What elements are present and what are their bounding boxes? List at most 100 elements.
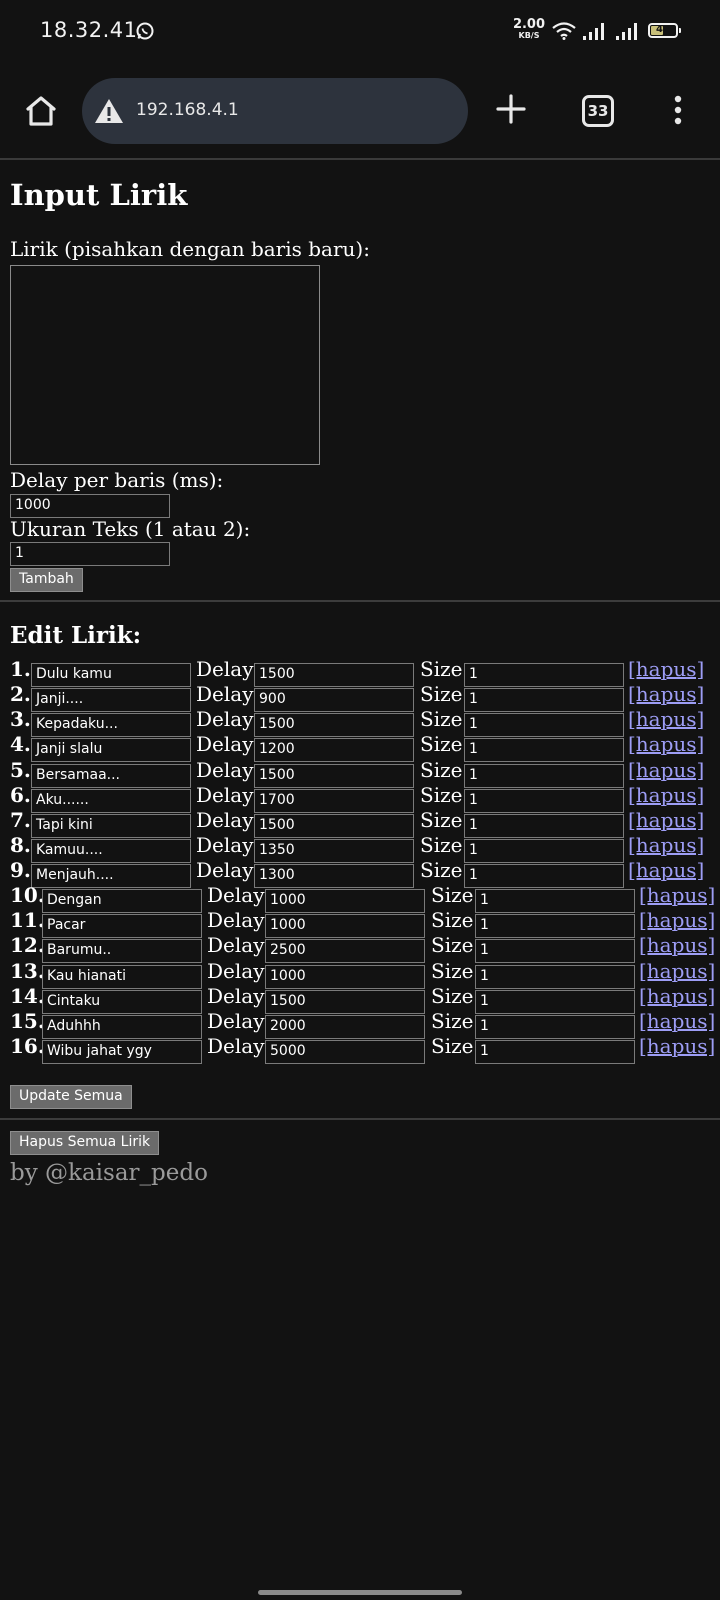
lyric-text-input[interactable]: Janji.... bbox=[31, 688, 191, 712]
more-menu-icon[interactable] bbox=[673, 95, 683, 129]
lyrics-label: Lirik (pisahkan dengan baris baru): bbox=[10, 237, 370, 261]
lyric-size-label: Size: bbox=[431, 908, 481, 932]
delete-link[interactable]: [hapus] bbox=[639, 959, 715, 983]
lyric-text-input[interactable]: Dengan bbox=[42, 889, 202, 913]
lyric-delay-input[interactable]: 1350 bbox=[254, 839, 414, 863]
delete-link[interactable]: [hapus] bbox=[639, 908, 715, 932]
warning-icon[interactable] bbox=[94, 98, 124, 128]
lyric-size-input[interactable]: 1 bbox=[464, 864, 624, 888]
lyric-delay-input[interactable]: 1200 bbox=[254, 738, 414, 762]
lyric-text-input[interactable]: Aduhhh bbox=[42, 1015, 202, 1039]
lyric-row-number: 8. bbox=[10, 833, 31, 857]
lyric-size-input[interactable]: 1 bbox=[475, 914, 635, 938]
lyric-delay-input[interactable]: 5000 bbox=[265, 1040, 425, 1064]
lyric-delay-input[interactable]: 1000 bbox=[265, 889, 425, 913]
lyric-text-input[interactable]: Wibu jahat ygy bbox=[42, 1040, 202, 1064]
lyric-text-input[interactable]: Pacar bbox=[42, 914, 202, 938]
home-indicator[interactable] bbox=[258, 1590, 462, 1595]
delay-input[interactable]: 1000 bbox=[10, 494, 170, 518]
lyric-delay-input[interactable]: 1500 bbox=[254, 814, 414, 838]
delete-link[interactable]: [hapus] bbox=[628, 707, 704, 731]
home-icon[interactable] bbox=[24, 94, 58, 132]
delete-link[interactable]: [hapus] bbox=[639, 984, 715, 1008]
lyric-text-input[interactable]: Tapi kini bbox=[31, 814, 191, 838]
lyric-text-input[interactable]: Janji slalu bbox=[31, 738, 191, 762]
lyric-delay-input[interactable]: 2000 bbox=[265, 1015, 425, 1039]
address-bar[interactable]: 192.168.4.1 bbox=[82, 78, 468, 144]
signal-icon bbox=[583, 22, 609, 44]
lyric-row-number: 16. bbox=[10, 1034, 45, 1058]
delete-link[interactable]: [hapus] bbox=[628, 783, 704, 807]
delete-link[interactable]: [hapus] bbox=[628, 682, 704, 706]
lyric-text-input[interactable]: Kamuu.... bbox=[31, 839, 191, 863]
lyric-size-label: Size: bbox=[420, 657, 470, 681]
delete-link[interactable]: [hapus] bbox=[628, 732, 704, 756]
lyric-size-input[interactable]: 1 bbox=[475, 990, 635, 1014]
lyric-row-number: 7. bbox=[10, 808, 31, 832]
lyric-size-input[interactable]: 1 bbox=[464, 814, 624, 838]
delete-link[interactable]: [hapus] bbox=[639, 883, 715, 907]
lyric-delay-input[interactable]: 900 bbox=[254, 688, 414, 712]
delete-link[interactable]: [hapus] bbox=[628, 758, 704, 782]
lyric-delay-input[interactable]: 1000 bbox=[265, 965, 425, 989]
lyric-text-input[interactable]: Menjauh.... bbox=[31, 864, 191, 888]
lyric-delay-input[interactable]: 1500 bbox=[254, 663, 414, 687]
page-title: Input Lirik bbox=[10, 178, 188, 212]
lyric-size-label: Size: bbox=[420, 808, 470, 832]
delete-link[interactable]: [hapus] bbox=[628, 833, 704, 857]
lyric-size-input[interactable]: 1 bbox=[464, 764, 624, 788]
lyric-text-input[interactable]: Bersamaa... bbox=[31, 764, 191, 788]
lyric-delay-input[interactable]: 1300 bbox=[254, 864, 414, 888]
delete-link[interactable]: [hapus] bbox=[639, 933, 715, 957]
lyric-size-input[interactable]: 1 bbox=[464, 713, 624, 737]
lyric-size-label: Size: bbox=[431, 1034, 481, 1058]
lyric-delay-label: Delay: bbox=[196, 707, 261, 731]
lyrics-textarea[interactable] bbox=[10, 265, 320, 465]
add-button[interactable]: Tambah bbox=[10, 568, 83, 592]
lyric-delay-input[interactable]: 1500 bbox=[265, 990, 425, 1014]
lyric-delay-input[interactable]: 1500 bbox=[254, 713, 414, 737]
lyric-row-number: 15. bbox=[10, 1009, 45, 1033]
lyric-size-input[interactable]: 1 bbox=[464, 738, 624, 762]
lyric-size-input[interactable]: 1 bbox=[464, 688, 624, 712]
lyric-text-input[interactable]: Kepadaku... bbox=[31, 713, 191, 737]
tab-switcher-button[interactable]: 33 bbox=[582, 95, 614, 127]
lyric-delay-input[interactable]: 1700 bbox=[254, 789, 414, 813]
delete-link[interactable]: [hapus] bbox=[628, 657, 704, 681]
lyric-size-input[interactable]: 1 bbox=[475, 939, 635, 963]
lyric-size-input[interactable]: 1 bbox=[475, 889, 635, 913]
delete-link[interactable]: [hapus] bbox=[639, 1009, 715, 1033]
lyric-text-input[interactable]: Kau hianati bbox=[42, 965, 202, 989]
lyric-size-input[interactable]: 1 bbox=[475, 1015, 635, 1039]
lyric-delay-input[interactable]: 1500 bbox=[254, 764, 414, 788]
lyric-text-input[interactable]: Barumu.. bbox=[42, 939, 202, 963]
lyric-row-number: 12. bbox=[10, 933, 45, 957]
lyric-delay-input[interactable]: 1000 bbox=[265, 914, 425, 938]
lyric-text-input[interactable]: Cintaku bbox=[42, 990, 202, 1014]
delete-link[interactable]: [hapus] bbox=[628, 858, 704, 882]
size-input[interactable]: 1 bbox=[10, 542, 170, 566]
lyric-row-number: 5. bbox=[10, 758, 31, 782]
delete-link[interactable]: [hapus] bbox=[639, 1034, 715, 1058]
delete-all-button[interactable]: Hapus Semua Lirik bbox=[10, 1131, 160, 1155]
lyric-row-number: 11. bbox=[10, 908, 45, 932]
lyric-size-label: Size: bbox=[420, 758, 470, 782]
new-tab-icon[interactable] bbox=[496, 94, 526, 128]
lyric-size-input[interactable]: 1 bbox=[475, 965, 635, 989]
lyric-size-input[interactable]: 1 bbox=[475, 1040, 635, 1064]
lyric-delay-input[interactable]: 2500 bbox=[265, 939, 425, 963]
lyric-delay-label: Delay: bbox=[207, 1034, 272, 1058]
lyric-size-input[interactable]: 1 bbox=[464, 789, 624, 813]
delete-link[interactable]: [hapus] bbox=[628, 808, 704, 832]
lyric-size-label: Size: bbox=[420, 682, 470, 706]
lyric-row-number: 13. bbox=[10, 959, 45, 983]
update-all-button[interactable]: Update Semua bbox=[10, 1085, 132, 1109]
lyric-size-label: Size: bbox=[431, 959, 481, 983]
lyric-text-input[interactable]: Dulu kamu bbox=[31, 663, 191, 687]
lyric-text-input[interactable]: Aku...... bbox=[31, 789, 191, 813]
lyric-size-input[interactable]: 1 bbox=[464, 839, 624, 863]
lyric-row-number: 14. bbox=[10, 984, 45, 1008]
url-text[interactable]: 192.168.4.1 bbox=[136, 100, 239, 120]
status-bar: 18.32.41 2.00 KB/S 48 bbox=[0, 0, 720, 64]
lyric-size-input[interactable]: 1 bbox=[464, 663, 624, 687]
